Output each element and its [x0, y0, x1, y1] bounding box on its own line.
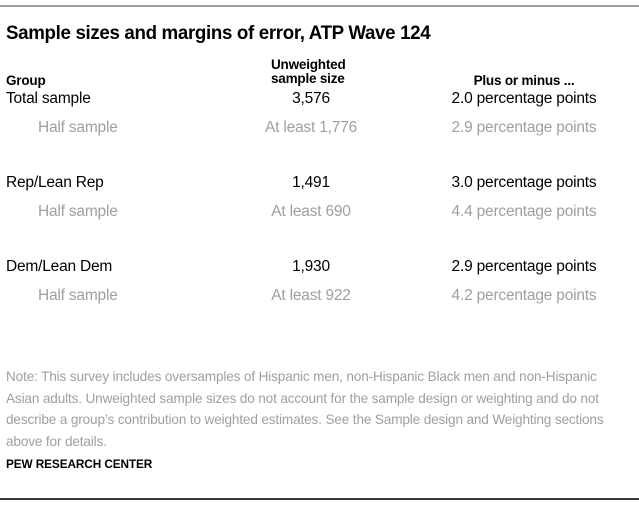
table-row: Total sample 3,576 2.0 percentage points — [0, 90, 639, 119]
row-moe: 4.4 percentage points — [451, 203, 597, 220]
page-title: Sample sizes and margins of error, ATP W… — [6, 22, 431, 44]
row-moe: 2.9 percentage points — [451, 119, 597, 136]
source-label: PEW RESEARCH CENTER — [6, 457, 153, 471]
bottom-divider — [0, 498, 639, 500]
row-sample-size: At least 1,776 — [265, 119, 357, 136]
column-header-group: Group — [6, 73, 46, 88]
top-divider — [0, 5, 639, 7]
table-row: Rep/Lean Rep 1,491 3.0 percentage points — [0, 174, 639, 203]
row-spacer — [0, 148, 639, 174]
row-sample-size: 1,491 — [292, 174, 330, 191]
footnote-note: Note: This survey includes oversamples o… — [6, 369, 604, 449]
row-moe: 2.0 percentage points — [451, 90, 597, 107]
column-header-moe: Plus or minus ... — [473, 73, 575, 88]
row-moe: 3.0 percentage points — [451, 174, 597, 191]
table-row: Half sample At least 1,776 2.9 percentag… — [0, 119, 639, 148]
column-header-sample-size-line2: sample size — [271, 71, 345, 86]
row-moe: 2.9 percentage points — [451, 258, 597, 275]
row-spacer — [0, 232, 639, 258]
row-moe: 4.2 percentage points — [451, 287, 597, 304]
column-header-sample-size-line1: Unweighted — [271, 57, 346, 72]
row-sample-size: 3,576 — [292, 90, 330, 107]
row-sample-size: At least 690 — [271, 203, 351, 220]
table-header-row: Group Unweighted sample size Plus or min… — [0, 58, 639, 90]
table-row: Half sample At least 690 4.4 percentage … — [0, 203, 639, 232]
row-sample-size: At least 922 — [271, 287, 351, 304]
row-sample-size: 1,930 — [292, 258, 330, 275]
data-table: Group Unweighted sample size Plus or min… — [0, 58, 639, 316]
chart-figure: Sample sizes and margins of error, ATP W… — [0, 0, 639, 505]
table-row: Dem/Lean Dem 1,930 2.9 percentage points — [0, 258, 639, 287]
table-row: Half sample At least 922 4.2 percentage … — [0, 287, 639, 316]
